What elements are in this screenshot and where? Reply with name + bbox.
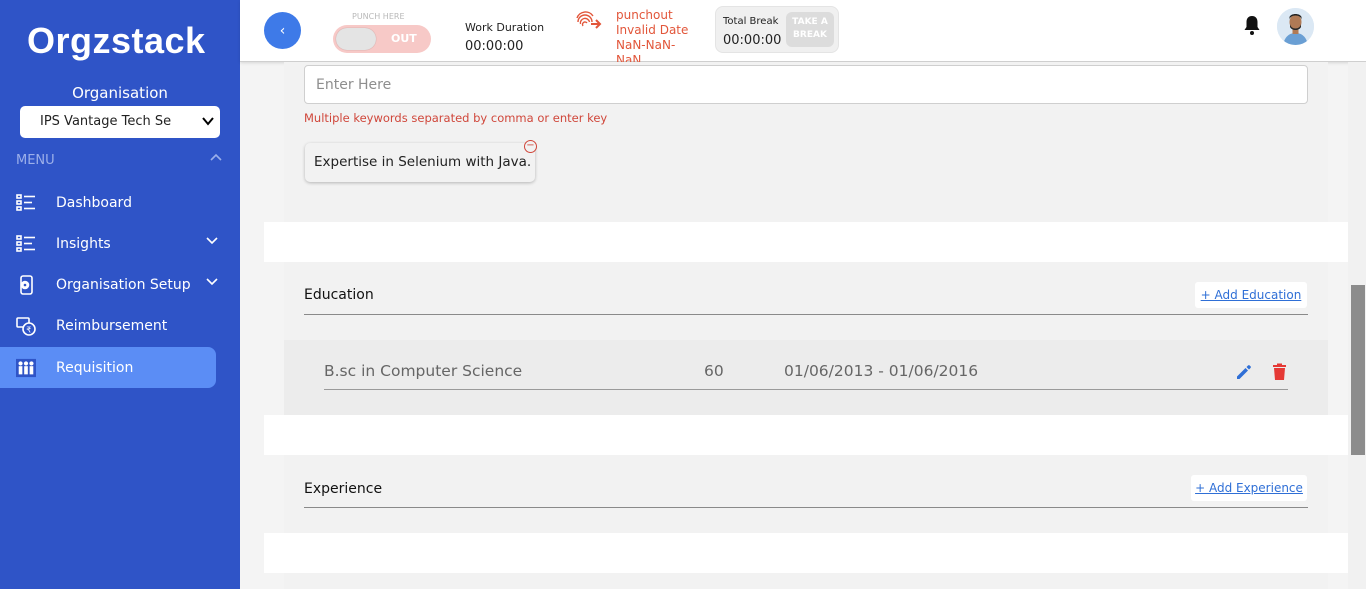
work-duration-value: 00:00:00 — [465, 39, 524, 54]
sidebar-item-reimbursement[interactable]: ₹ Reimbursement — [0, 305, 216, 346]
experience-section — [284, 455, 1328, 533]
punch-status-line: Invalid Date — [616, 23, 689, 37]
section-gap — [264, 533, 1348, 573]
chevron-down-icon — [206, 276, 218, 290]
app-logo[interactable]: Orgzstack — [27, 20, 206, 62]
section-gap — [264, 222, 1348, 262]
section-gap — [264, 415, 1348, 455]
divider — [304, 314, 1308, 315]
menu-header[interactable]: MENU — [16, 153, 224, 168]
education-score: 60 — [704, 362, 724, 380]
sidebar-item-label: Organisation Setup — [56, 276, 191, 293]
sidebar: Orgzstack Organisation IPS Vantage Tech … — [0, 0, 240, 589]
chevron-down-icon — [206, 235, 218, 249]
break-panel: Total Break 00:00:00 TAKE A BREAK — [715, 6, 839, 53]
organisation-select-value: IPS Vantage Tech Se — [40, 114, 172, 129]
scrollbar-thumb[interactable] — [1351, 285, 1365, 455]
take-break-line: BREAK — [793, 30, 827, 40]
sidebar-item-label: Insights — [56, 235, 111, 252]
chevron-left-icon: ‹ — [279, 22, 286, 39]
work-duration-label: Work Duration — [465, 21, 545, 34]
punch-label: PUNCH HERE — [352, 12, 405, 21]
punch-status: punchout Invalid Date NaN-NaN- NaN — [616, 8, 696, 68]
divider — [304, 507, 1308, 508]
list-icon — [16, 234, 36, 254]
keywords-input[interactable]: Enter Here — [304, 65, 1308, 104]
rupee-refund-icon: ₹ — [16, 316, 36, 336]
education-title: Education — [304, 287, 374, 303]
punch-toggle-text: OUT — [391, 32, 417, 45]
education-degree: B.sc in Computer Science — [324, 362, 523, 380]
punch-status-line: NaN-NaN- — [616, 38, 676, 52]
experience-title: Experience — [304, 481, 383, 497]
sidebar-item-dashboard[interactable]: Dashboard — [0, 182, 216, 223]
list-icon — [16, 193, 36, 213]
user-avatar[interactable] — [1277, 8, 1314, 45]
sidebar-item-requisition[interactable]: Requisition — [0, 347, 216, 388]
punch-status-line: punchout — [616, 8, 673, 22]
chevron-up-icon[interactable] — [210, 151, 222, 166]
total-break-value: 00:00:00 — [723, 33, 782, 48]
sidebar-item-label: Reimbursement — [56, 317, 168, 334]
organisation-select[interactable]: IPS Vantage Tech Se — [20, 106, 220, 138]
take-break-button[interactable]: TAKE A BREAK — [786, 12, 834, 47]
keywords-hint: Multiple keywords separated by comma or … — [304, 111, 608, 125]
row-divider — [324, 389, 1288, 390]
education-dates: 01/06/2013 - 01/06/2016 — [784, 362, 979, 380]
sidebar-item-label: Requisition — [56, 359, 134, 376]
svg-text:₹: ₹ — [26, 325, 31, 334]
menu-label: MENU — [16, 153, 55, 168]
take-break-line: TAKE A — [792, 17, 828, 27]
sidebar-item-organisation-setup[interactable]: Organisation Setup — [0, 264, 218, 305]
delete-icon[interactable] — [1272, 363, 1287, 385]
edit-icon[interactable] — [1235, 363, 1253, 385]
top-bar: ‹ PUNCH HERE OUT Work Duration 00:00:00 … — [240, 0, 1366, 67]
sidebar-item-insights[interactable]: Insights — [0, 223, 218, 264]
people-icon — [16, 358, 36, 378]
add-education-button[interactable]: + Add Education — [1195, 282, 1307, 308]
punch-toggle[interactable]: OUT — [333, 25, 431, 53]
keyword-chip: Expertise in Selenium with Java. — [305, 143, 535, 182]
next-section — [284, 573, 1328, 589]
bell-icon[interactable] — [1243, 14, 1261, 40]
collapse-sidebar-button[interactable]: ‹ — [264, 12, 301, 49]
total-break-label: Total Break — [723, 16, 779, 27]
organisation-label: Organisation — [72, 84, 168, 102]
remove-chip-icon[interactable]: − — [524, 140, 537, 153]
toggle-knob — [336, 28, 376, 50]
add-experience-button[interactable]: + Add Experience — [1191, 475, 1307, 501]
phone-gear-icon — [16, 274, 36, 295]
fingerprint-icon — [575, 10, 603, 38]
sidebar-item-label: Dashboard — [56, 194, 132, 211]
chevron-down-icon — [202, 106, 214, 138]
